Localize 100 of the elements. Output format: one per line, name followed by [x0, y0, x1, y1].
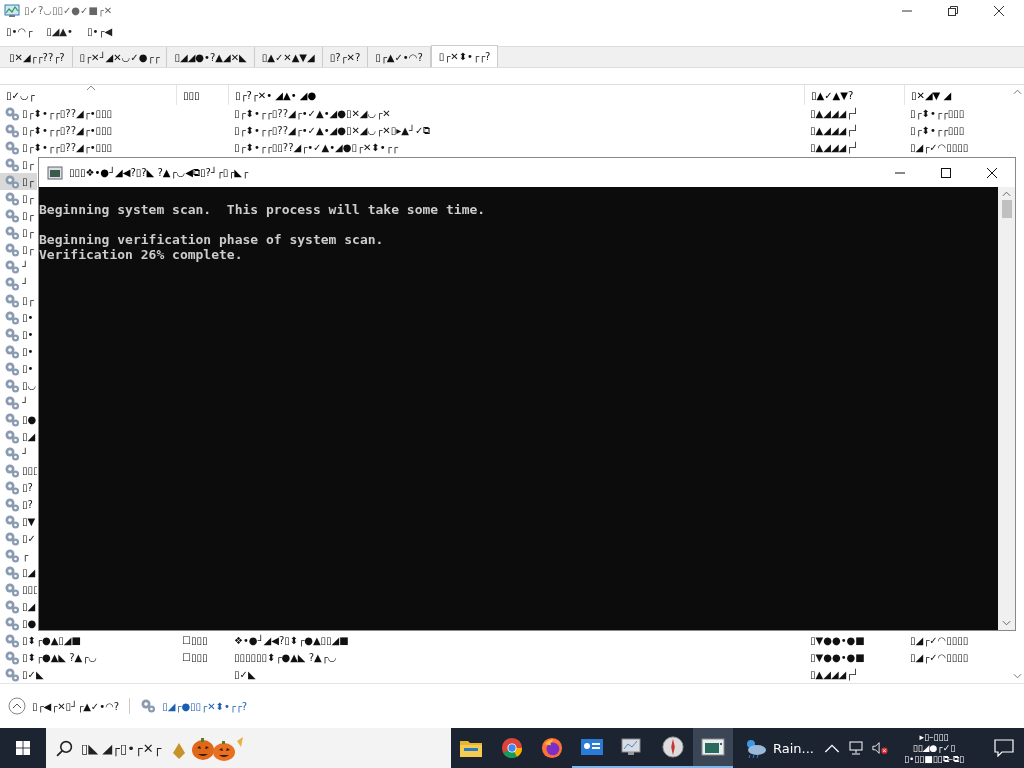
clock-text[interactable]: ▸▯–▯▯▯ — [919, 731, 949, 743]
gear-icon — [4, 666, 20, 683]
table-cell-text: ▯▲◢◢◢┌┘ — [809, 667, 860, 683]
gear-icon — [4, 309, 20, 326]
table-cell[interactable]: ▯• — [0, 326, 37, 344]
gear-icon — [4, 598, 20, 615]
gear-icon — [4, 462, 20, 479]
scroll-down-icon[interactable] — [1002, 620, 1011, 626]
table-cell[interactable]: ▯┌ — [0, 173, 37, 191]
table-cell[interactable]: ┘ — [0, 275, 37, 293]
gear-icon — [4, 411, 20, 428]
table-cell[interactable]: ▯┌⬍•┌┌▯??◢┌•▯▯▯ — [0, 105, 176, 123]
scroll-thumb[interactable] — [1001, 200, 1012, 218]
notification-icon[interactable] — [994, 739, 1014, 757]
table-cell[interactable]: ┘ — [0, 394, 37, 412]
service-name: ▯┌ — [22, 192, 34, 207]
column-header[interactable]: ▯✓◡┌ — [0, 89, 176, 101]
close-icon[interactable] — [994, 5, 1004, 16]
table-cell[interactable]: ▯┌ — [0, 292, 37, 310]
service-name: ▯┌⬍•┌┌▯??◢┌•▯▯▯ — [22, 107, 113, 122]
column-header[interactable]: ▯┌?┌✕• ◢▲• ◢● — [228, 85, 804, 106]
table-cell-text: ▯▯▯▯▯▯⬍┌●▲◣ ?▲┌◡ — [233, 651, 338, 666]
scroll-down-icon[interactable] — [1012, 673, 1022, 680]
gear-icon — [4, 139, 20, 156]
gear-icon — [4, 190, 20, 207]
service-name: ▯• — [22, 362, 34, 377]
window-title: ▯✓?◡▯▯✓●✓■┌✕ — [24, 5, 114, 17]
menu-item[interactable]: ▯◢▲• — [46, 26, 73, 38]
table-cell-text: ☐▯▯▯ — [181, 651, 209, 666]
table-cell[interactable]: ▯• — [0, 343, 37, 361]
table-cell[interactable]: ▯◢ — [0, 564, 37, 582]
table-cell[interactable]: ▯● — [0, 615, 37, 633]
close-icon[interactable] — [987, 167, 997, 178]
table-cell[interactable]: ▯┌ — [0, 190, 37, 208]
start-icon[interactable] — [16, 740, 30, 756]
scroll-up-icon[interactable] — [1002, 191, 1011, 197]
table-cell[interactable]: ▯✓◣ — [0, 666, 176, 684]
table-cell[interactable]: ▯┌⬍•┌┌▯??◢┌•▯▯▯ — [0, 122, 176, 140]
weather-widget[interactable]: Rain... — [733, 728, 824, 768]
table-cell[interactable]: ▯┌ — [0, 156, 37, 174]
open-services-link[interactable]: ▯◢┌●▯▯┌✕⬍•┌┌? — [162, 700, 248, 712]
service-name: ▯▼ — [22, 515, 36, 530]
table-cell-text: ☐▯▯▯ — [181, 634, 209, 649]
table-cell[interactable]: ▯? — [0, 496, 37, 514]
table-cell[interactable]: ▯◢ — [0, 428, 37, 446]
table-cell[interactable]: ▯▯▯ — [0, 462, 37, 480]
table-cell[interactable]: ▯✓ — [0, 530, 37, 548]
table-cell[interactable]: ┘ — [0, 258, 37, 276]
service-name: ▯• — [22, 328, 34, 343]
gear-icon — [4, 513, 20, 530]
column-header[interactable]: ▯▯▯ — [176, 85, 228, 106]
gear-icon — [4, 428, 20, 445]
service-name: ▯✓ — [22, 532, 36, 547]
table-cell-text: ▯▼●●•●■ — [809, 651, 866, 666]
gear-icon — [4, 173, 20, 190]
service-name: ┌ — [22, 549, 29, 564]
table-cell[interactable]: ▯● — [0, 411, 37, 429]
gear-icon — [4, 241, 20, 258]
service-name: ▯┌⬍•┌┌▯??◢┌•▯▯▯ — [22, 141, 113, 156]
table-cell[interactable]: ┌ — [0, 547, 37, 565]
scroll-up-icon[interactable] — [1012, 89, 1022, 96]
table-cell[interactable]: ▯◢ — [0, 598, 37, 616]
collapse-icon[interactable] — [8, 697, 26, 716]
service-name: ▯┌ — [22, 243, 34, 258]
search-icon — [56, 739, 73, 757]
wheel-icon — [499, 737, 524, 759]
table-cell[interactable]: ▯▯▯ — [0, 581, 37, 599]
table-cell-text: ▯◢┌✓◠▯▯▯▯ — [909, 141, 970, 156]
gear-icon — [4, 207, 20, 224]
table-cell[interactable]: ▯? — [0, 479, 37, 497]
clock-text[interactable]: ▯•▯▯■▯▯⧉–⧉▯ — [903, 753, 964, 765]
table-cell-text: ▯▲◢◢◢┌┘ — [809, 106, 860, 122]
table-cell[interactable]: ▯▼ — [0, 513, 37, 531]
table-cell[interactable]: ▯◡ — [0, 377, 37, 395]
maximize-icon[interactable] — [941, 167, 951, 178]
table-cell[interactable]: ▯• — [0, 309, 37, 327]
service-name: ▯◡ — [22, 379, 37, 394]
fewer-details-link[interactable]: ▯┌◀┌✕▯┘┌▲✓•◠? — [32, 700, 120, 712]
compass-icon — [660, 736, 685, 758]
network-icon[interactable] — [847, 741, 864, 755]
table-cell[interactable]: ┘ — [0, 445, 37, 463]
menu-item[interactable]: ▯•◠┌ — [6, 26, 33, 38]
table-cell[interactable]: ▯┌ — [0, 207, 37, 225]
taskbar-button[interactable] — [692, 728, 733, 768]
table-cell[interactable]: ▯⬍┌●▲◣ ?▲┌◡ — [0, 649, 176, 667]
gear-icon — [4, 343, 20, 360]
table-cell[interactable]: ▯⬍┌●▲▯◢■ — [0, 632, 176, 650]
table-cell[interactable]: ▯• — [0, 360, 37, 378]
table-cell[interactable]: ▯┌ — [0, 241, 37, 259]
muted-speaker-icon[interactable] — [871, 741, 888, 755]
clock-text[interactable]: ▯▯◢●┌✓▯ — [912, 742, 956, 754]
column-header[interactable]: ▯✕◢▼ ◢ — [904, 85, 1004, 106]
column-header[interactable]: ▯▲✓▲▼? — [804, 85, 904, 106]
menu-item[interactable]: ▯•┌◀ — [86, 26, 113, 38]
restore-icon[interactable] — [948, 5, 958, 16]
gear-icon — [4, 377, 20, 394]
table-cell[interactable]: ▯┌⬍•┌┌▯??◢┌•▯▯▯ — [0, 139, 176, 157]
tab[interactable]: ▯┌✕⬍•┌┌? — [430, 44, 499, 68]
search-field[interactable]: ▯◣ ◢┌▯•┌✕┌ — [46, 728, 452, 768]
table-cell[interactable]: ▯┌ — [0, 224, 37, 242]
